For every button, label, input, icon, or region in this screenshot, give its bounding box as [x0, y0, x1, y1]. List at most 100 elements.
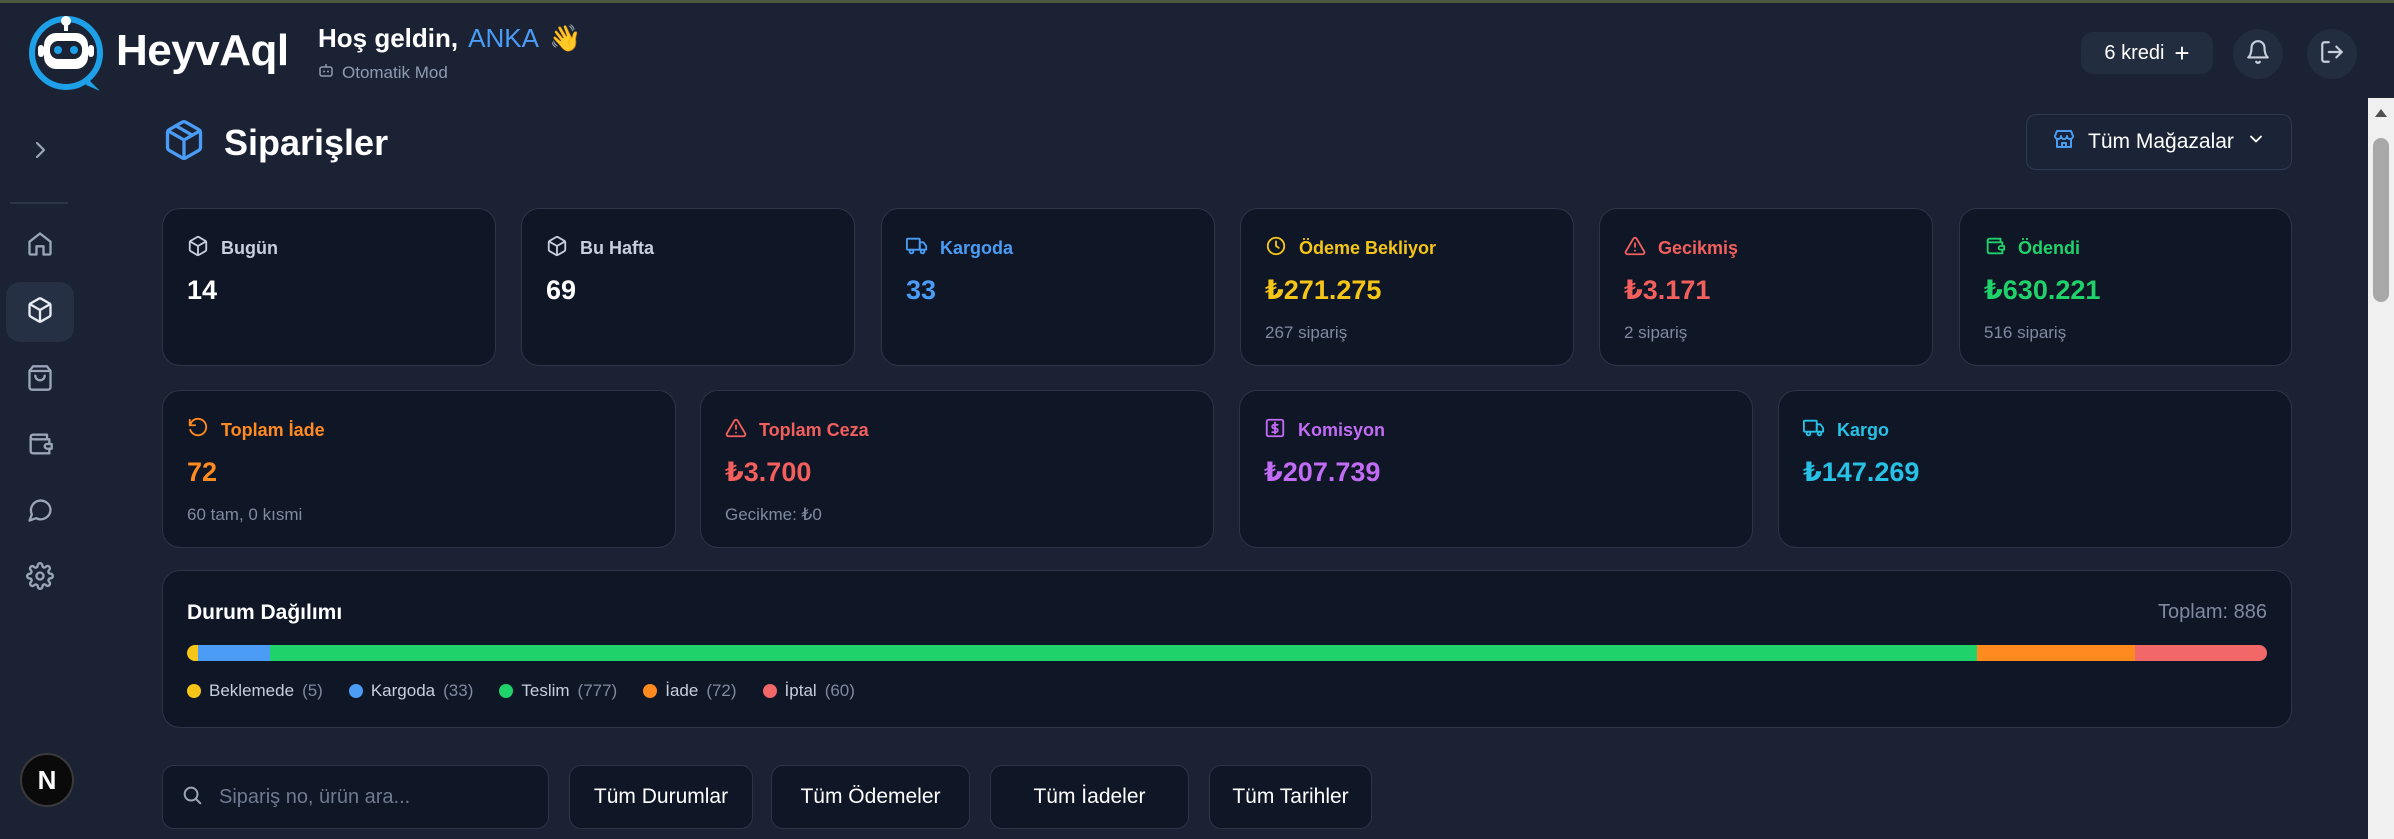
sidebar-item-settings[interactable] [6, 548, 74, 608]
stat-card-label: Ödeme Bekliyor [1299, 238, 1437, 258]
warning-icon [725, 417, 747, 444]
stat-card: Toplam Ceza ₺3.700 Gecikme: ₺0 [700, 390, 1214, 548]
distribution-segment [187, 645, 198, 661]
stat-card-header: Kargoda [906, 235, 1013, 262]
logout-button[interactable] [2307, 29, 2357, 79]
legend-dot [499, 684, 514, 698]
sidebar-item-wallet[interactable] [6, 416, 74, 476]
stat-card-label: Toplam Ceza [759, 420, 869, 440]
undo-icon [187, 417, 209, 444]
stat-card-value: ₺147.269 [1803, 457, 1920, 487]
payment-filter[interactable]: Tüm Ödemeler [771, 765, 970, 829]
legend-count: (33) [443, 681, 474, 700]
stat-card: Ödendi ₺630.221 516 sipariş [1959, 208, 2292, 366]
returns-filter[interactable]: Tüm İadeler [990, 765, 1189, 829]
truck-icon [1803, 417, 1825, 444]
stat-card-header: Ödendi [1984, 235, 2080, 262]
greeting-block: Hoş geldin, ANKA 👋 Otomatik Mod [318, 23, 581, 83]
legend-count: (72) [706, 681, 737, 700]
distribution-segment [197, 645, 271, 661]
distribution-title: Durum Dağılımı [187, 601, 343, 624]
chevron-down-icon [2246, 129, 2266, 155]
dollar-icon [1264, 417, 1286, 444]
stat-card-label: Ödendi [2018, 238, 2080, 258]
chat-icon [26, 496, 54, 529]
brand-logo[interactable]: HeyvAql [26, 11, 289, 91]
stat-card-label: Kargo [1837, 420, 1890, 440]
legend-item: İade (72) [643, 681, 737, 701]
box-icon [187, 235, 209, 262]
distribution-bar [187, 645, 2267, 661]
date-filter[interactable]: Tüm Tarihler [1209, 765, 1372, 829]
legend-label: İade [665, 681, 699, 700]
scrollbar-thumb[interactable] [2373, 138, 2389, 302]
gear-icon [26, 561, 54, 595]
search-input[interactable] [219, 785, 519, 809]
stat-card-subtext: 60 tam, 0 kısmi [187, 505, 303, 524]
wave-emoji: 👋 [548, 23, 582, 53]
legend-count: (777) [577, 681, 618, 700]
credits-label: 6 kredi [2104, 41, 2165, 64]
store-icon [2052, 127, 2076, 157]
user-name: ANKA [468, 23, 539, 53]
clock-icon [1265, 235, 1287, 262]
distribution-segment [270, 645, 1978, 661]
legend-label: Teslim [521, 681, 570, 700]
legend-dot [762, 684, 777, 698]
greeting-text: Hoş geldin, [318, 23, 459, 53]
stat-card-header: Toplam Ceza [725, 417, 869, 444]
credits-button[interactable]: 6 kredi + [2081, 32, 2213, 74]
stat-card-header: Toplam İade [187, 417, 325, 444]
page-title-block: Siparişler [162, 118, 388, 167]
legend-dot [643, 684, 658, 698]
sidebar-item-orders[interactable] [6, 282, 74, 342]
box-icon [546, 235, 568, 262]
stat-card-label: Toplam İade [221, 420, 325, 440]
stat-card-value: ₺271.275 [1265, 275, 1382, 305]
stat-card-value: 69 [546, 275, 577, 305]
mode-label: Otomatik Mod [342, 62, 448, 82]
stat-card-subtext: 2 sipariş [1624, 323, 1688, 342]
stat-card-value: ₺3.700 [725, 457, 812, 487]
legend-item: Teslim (777) [499, 681, 617, 701]
stat-card-header: Kargo [1803, 417, 1889, 444]
stat-card-subtext: Gecikme: ₺0 [725, 505, 822, 524]
stat-card-header: Bugün [187, 235, 278, 262]
status-filter[interactable]: Tüm Durumlar [569, 765, 753, 829]
stat-card: Bugün 14 [162, 208, 496, 366]
avatar[interactable]: N [20, 753, 74, 807]
store-selector-label: Tüm Mağazalar [2088, 130, 2234, 153]
legend-dot [348, 684, 363, 698]
legend-item: Beklemede (5) [187, 681, 323, 701]
stat-card: Gecikmiş ₺3.171 2 sipariş [1599, 208, 1933, 366]
bot-icon [318, 62, 334, 83]
plus-icon: + [2174, 38, 2190, 68]
scroll-up-icon[interactable] [2368, 102, 2394, 124]
stat-card-subtext: 267 sipariş [1265, 323, 1348, 342]
stat-card-value: ₺207.739 [1264, 457, 1381, 487]
stat-card: Kargo ₺147.269 [1778, 390, 2292, 548]
distribution-legend: Beklemede (5) Kargoda (33) Teslim (777) İade (7… [187, 681, 855, 701]
stat-card-label: Kargoda [940, 238, 1014, 258]
home-icon [26, 230, 54, 263]
legend-item: İptal (60) [762, 681, 855, 701]
legend-count: (60) [824, 681, 855, 700]
search-field[interactable] [162, 765, 549, 829]
store-selector[interactable]: Tüm Mağazalar [2026, 114, 2292, 170]
stat-card-header: Gecikmiş [1624, 235, 1738, 262]
search-icon [181, 784, 203, 811]
distribution-total: Toplam: 886 [2158, 601, 2267, 623]
notifications-button[interactable] [2233, 29, 2283, 79]
sidebar-item-home[interactable] [6, 216, 74, 276]
legend-count: (5) [302, 681, 323, 700]
stat-card-header: Komisyon [1264, 417, 1385, 444]
sidebar-divider [10, 202, 68, 204]
sidebar-expand-button[interactable] [6, 122, 74, 182]
sidebar: N [0, 98, 80, 839]
brand-name: HeyvAql [116, 26, 289, 75]
page-title: Siparişler [224, 121, 389, 163]
sidebar-item-messages[interactable] [6, 482, 74, 542]
page-scrollbar[interactable] [2368, 98, 2394, 839]
stat-card-label: Gecikmiş [1658, 238, 1739, 258]
sidebar-item-shop[interactable] [6, 350, 74, 410]
